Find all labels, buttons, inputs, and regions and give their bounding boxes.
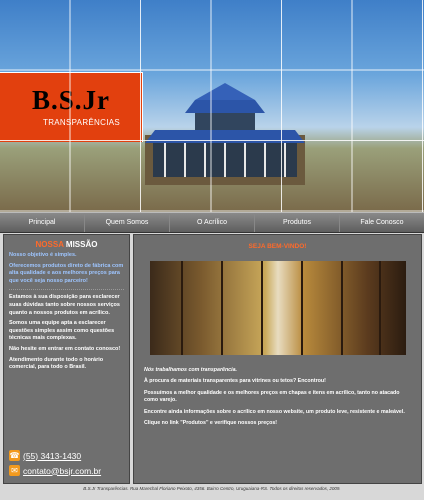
welcome-panel: SEJA BEM-VINDO! Nós trabalhamos com tran…: [133, 234, 422, 484]
email-icon: ✉: [9, 465, 20, 476]
mission-text-4: Somos uma equipe apta a esclarecer quest…: [9, 320, 115, 342]
logo[interactable]: B.S.Jr TRANSPARÊNCIAS: [0, 72, 143, 142]
email-link[interactable]: contato@bsjr.com.br: [23, 466, 101, 476]
mission-text-2: Oferecemos produtos direto de fábrica co…: [9, 262, 124, 284]
welcome-text-4: Encontre ainda informações sobre o acríl…: [144, 408, 405, 415]
welcome-text-1: Nós trabalhamos com transparência.: [144, 367, 238, 373]
interior-photo: [150, 261, 406, 355]
mission-panel: NOSSA MISSÃO Nosso objetivo é simples. O…: [3, 234, 130, 484]
mission-title-a: NOSSA: [35, 240, 64, 249]
page: B.S.Jr TRANSPARÊNCIAS Principal Quem Som…: [0, 0, 424, 500]
welcome-text-2: À procura de materiais transparentes par…: [144, 378, 326, 385]
mission-text-6: Atendimento durante todo o horário comer…: [9, 356, 104, 371]
header-banner: B.S.Jr TRANSPARÊNCIAS: [0, 0, 424, 212]
divider: [9, 289, 124, 291]
phone-icon: ☎: [9, 450, 20, 461]
brand-tagline: TRANSPARÊNCIAS: [43, 118, 120, 127]
welcome-text-3: Possuímos a melhor qualidade e os melhor…: [144, 389, 400, 404]
nav-quem-somos[interactable]: Quem Somos: [85, 213, 170, 232]
nav-fale-conosco[interactable]: Fale Conosco: [340, 213, 424, 232]
phone-number[interactable]: (55) 3413-1430: [23, 451, 81, 461]
brand-name: B.S.Jr: [31, 85, 110, 115]
mission-title: NOSSA MISSÃO: [4, 240, 129, 249]
building-photo: [145, 83, 305, 185]
mission-title-b: MISSÃO: [65, 240, 98, 249]
nav-principal[interactable]: Principal: [0, 213, 85, 232]
nav-o-acrilico[interactable]: O Acrílico: [170, 213, 255, 232]
email-contact[interactable]: ✉ contato@bsjr.com.br: [9, 465, 127, 476]
main-nav: Principal Quem Somos O Acrílico Produtos…: [0, 212, 424, 233]
welcome-text-5: Clique no link "Produtos" e verifique no…: [144, 420, 278, 427]
welcome-title: SEJA BEM-VINDO!: [248, 243, 307, 250]
phone-contact[interactable]: ☎ (55) 3413-1430: [9, 450, 127, 461]
mission-text-1: Nosso objetivo é simples.: [9, 252, 77, 258]
nav-produtos[interactable]: Produtos: [255, 213, 340, 232]
footer-text: B.S.Jr Transparências. Rua Marechal Flor…: [83, 486, 341, 491]
welcome-text: Nós trabalhamos com transparência. À pro…: [134, 367, 421, 427]
mission-text-3: Estamos à sua disposição para esclarecer…: [9, 294, 120, 316]
mission-text-5: Não hesite em entrar em contato conosco!: [9, 345, 121, 352]
